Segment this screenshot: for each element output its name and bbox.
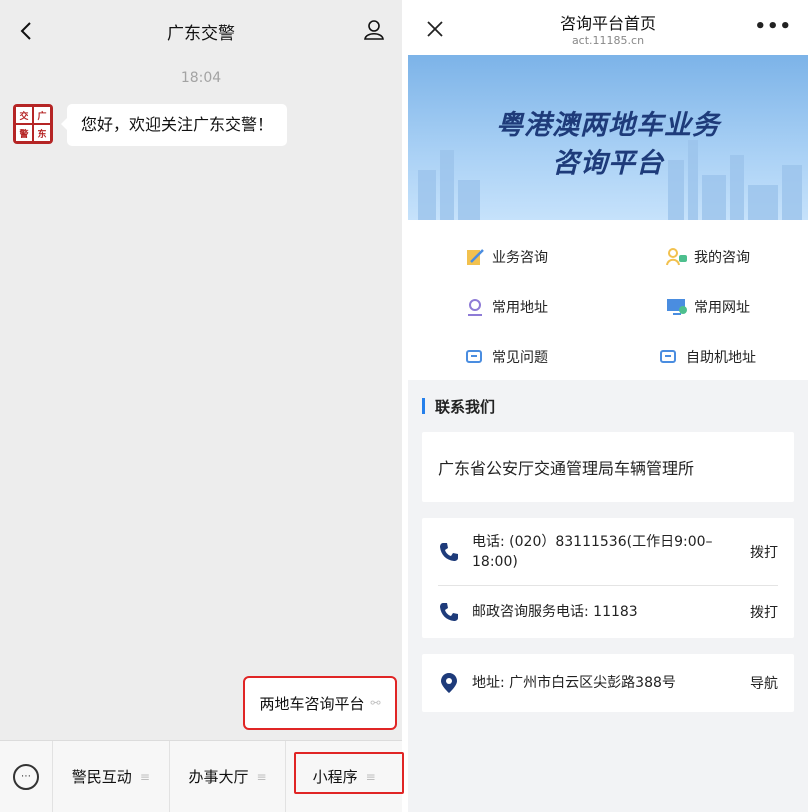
chat-panel: 广东交警 18:04 交 广 警 东 您好，欢迎关注广东交警！ 两地车咨询平台 …: [0, 0, 405, 812]
mini-header: 咨询平台首页 act.11185.cn •••: [408, 0, 808, 55]
avatar-char: 东: [34, 125, 50, 141]
chat-menu-bar: ⋯ 警民互动 ≡ 办事大厅 ≡ 小程序 ≡: [0, 740, 405, 812]
org-card: 广东省公安厅交通管理局车辆管理所: [422, 432, 794, 502]
feature-kiosk-address[interactable]: 自助机地址: [608, 332, 808, 382]
phone-card: 电话: (020）83111536(工作日9:00–18:00) 拨打 邮政咨询…: [422, 518, 794, 638]
feature-faq[interactable]: 常见问题: [408, 332, 608, 382]
menu-jingmin-hudong[interactable]: 警民互动 ≡: [52, 740, 169, 812]
section-title-text: 联系我们: [435, 397, 496, 416]
menu-label: 小程序: [312, 768, 358, 786]
feature-label: 自助机地址: [686, 350, 756, 366]
back-icon[interactable]: [16, 20, 38, 42]
navigate-button[interactable]: 导航: [750, 673, 778, 693]
feature-grid: 业务咨询 我的咨询 常用地址 常用网址 常见问题 自助机地址: [408, 220, 808, 380]
feature-common-address[interactable]: 常用地址: [408, 282, 608, 332]
feature-common-website[interactable]: 常用网址: [608, 282, 808, 332]
org-name: 广东省公安厅交通管理局车辆管理所: [438, 459, 695, 478]
feature-label: 业务咨询: [492, 250, 548, 266]
monitor-icon: [666, 297, 688, 317]
section-accent-bar: [422, 398, 425, 414]
feature-business-consult[interactable]: 业务咨询: [408, 232, 608, 282]
avatar-char: 警: [16, 125, 32, 141]
feature-my-consult[interactable]: 我的咨询: [608, 232, 808, 282]
phone-row: 电话: (020）83111536(工作日9:00–18:00) 拨打: [438, 518, 778, 586]
menu-lines-icon: ≡: [139, 769, 150, 784]
phone-text: 邮政咨询服务电话: 11183: [472, 603, 638, 620]
chat-icon: [464, 347, 486, 367]
page-title: 咨询平台首页: [559, 14, 656, 33]
profile-icon[interactable]: [362, 18, 386, 42]
timestamp: 18:04: [180, 70, 222, 86]
close-icon[interactable]: [426, 20, 444, 38]
feature-label: 常用地址: [492, 300, 548, 316]
avatar-char: 交: [16, 107, 32, 123]
mini-program-card[interactable]: 两地车咨询平台 ⚯: [243, 676, 397, 730]
contact-section-title: 联系我们: [408, 380, 808, 432]
menu-mini-program[interactable]: 小程序 ≡: [285, 740, 405, 812]
keyboard-icon: ⋯: [13, 763, 39, 790]
phone-row: 邮政咨询服务电话: 11183 拨打: [438, 586, 778, 637]
chat-title: 广东交警: [167, 23, 235, 44]
keyboard-toggle[interactable]: ⋯: [0, 763, 52, 790]
menu-label: 办事大厅: [188, 768, 249, 786]
location-icon: [464, 297, 486, 317]
dial-button[interactable]: 拨打: [750, 542, 778, 562]
phone-icon: [440, 542, 458, 561]
banner-title-line2: 咨询平台: [552, 148, 664, 179]
phone-text: 电话: (020）83111536(工作日9:00–18:00): [472, 533, 713, 570]
menu-lines-icon: ≡: [256, 769, 267, 784]
mini-program-panel: 咨询平台首页 act.11185.cn ••• 粤港澳两地车业务 咨询平台 业务…: [408, 0, 808, 812]
menu-lines-icon: ≡: [365, 769, 376, 784]
users-icon: [666, 247, 688, 267]
phone-icon: [440, 602, 458, 621]
map-pin-icon: [441, 673, 457, 693]
chat-header: 广东交警: [0, 0, 402, 62]
chat-icon: [658, 347, 680, 367]
feature-label: 我的咨询: [694, 250, 750, 266]
avatar[interactable]: 交 广 警 东: [13, 104, 53, 144]
banner-title-line1: 粤港澳两地车业务: [496, 110, 720, 141]
more-icon[interactable]: •••: [754, 16, 792, 37]
avatar-char: 广: [34, 107, 50, 123]
page-domain: act.11185.cn: [571, 34, 645, 47]
feature-label: 常见问题: [492, 350, 548, 366]
menu-banshi-dating[interactable]: 办事大厅 ≡: [168, 740, 286, 812]
banner: 粤港澳两地车业务 咨询平台: [408, 55, 808, 220]
address-card: 地址: 广州市白云区尖彭路388号 导航: [422, 654, 794, 712]
edit-icon: [464, 247, 486, 267]
chat-message: 交 广 警 东 您好，欢迎关注广东交警！: [13, 104, 288, 146]
address-text: 地址: 广州市白云区尖彭路388号: [472, 675, 676, 691]
link-icon: ⚯: [370, 696, 381, 710]
feature-label: 常用网址: [694, 300, 750, 316]
dial-button[interactable]: 拨打: [750, 602, 778, 622]
menu-label: 警民互动: [71, 768, 132, 786]
mini-program-card-label: 两地车咨询平台: [259, 694, 365, 713]
message-bubble: 您好，欢迎关注广东交警！: [60, 104, 288, 146]
